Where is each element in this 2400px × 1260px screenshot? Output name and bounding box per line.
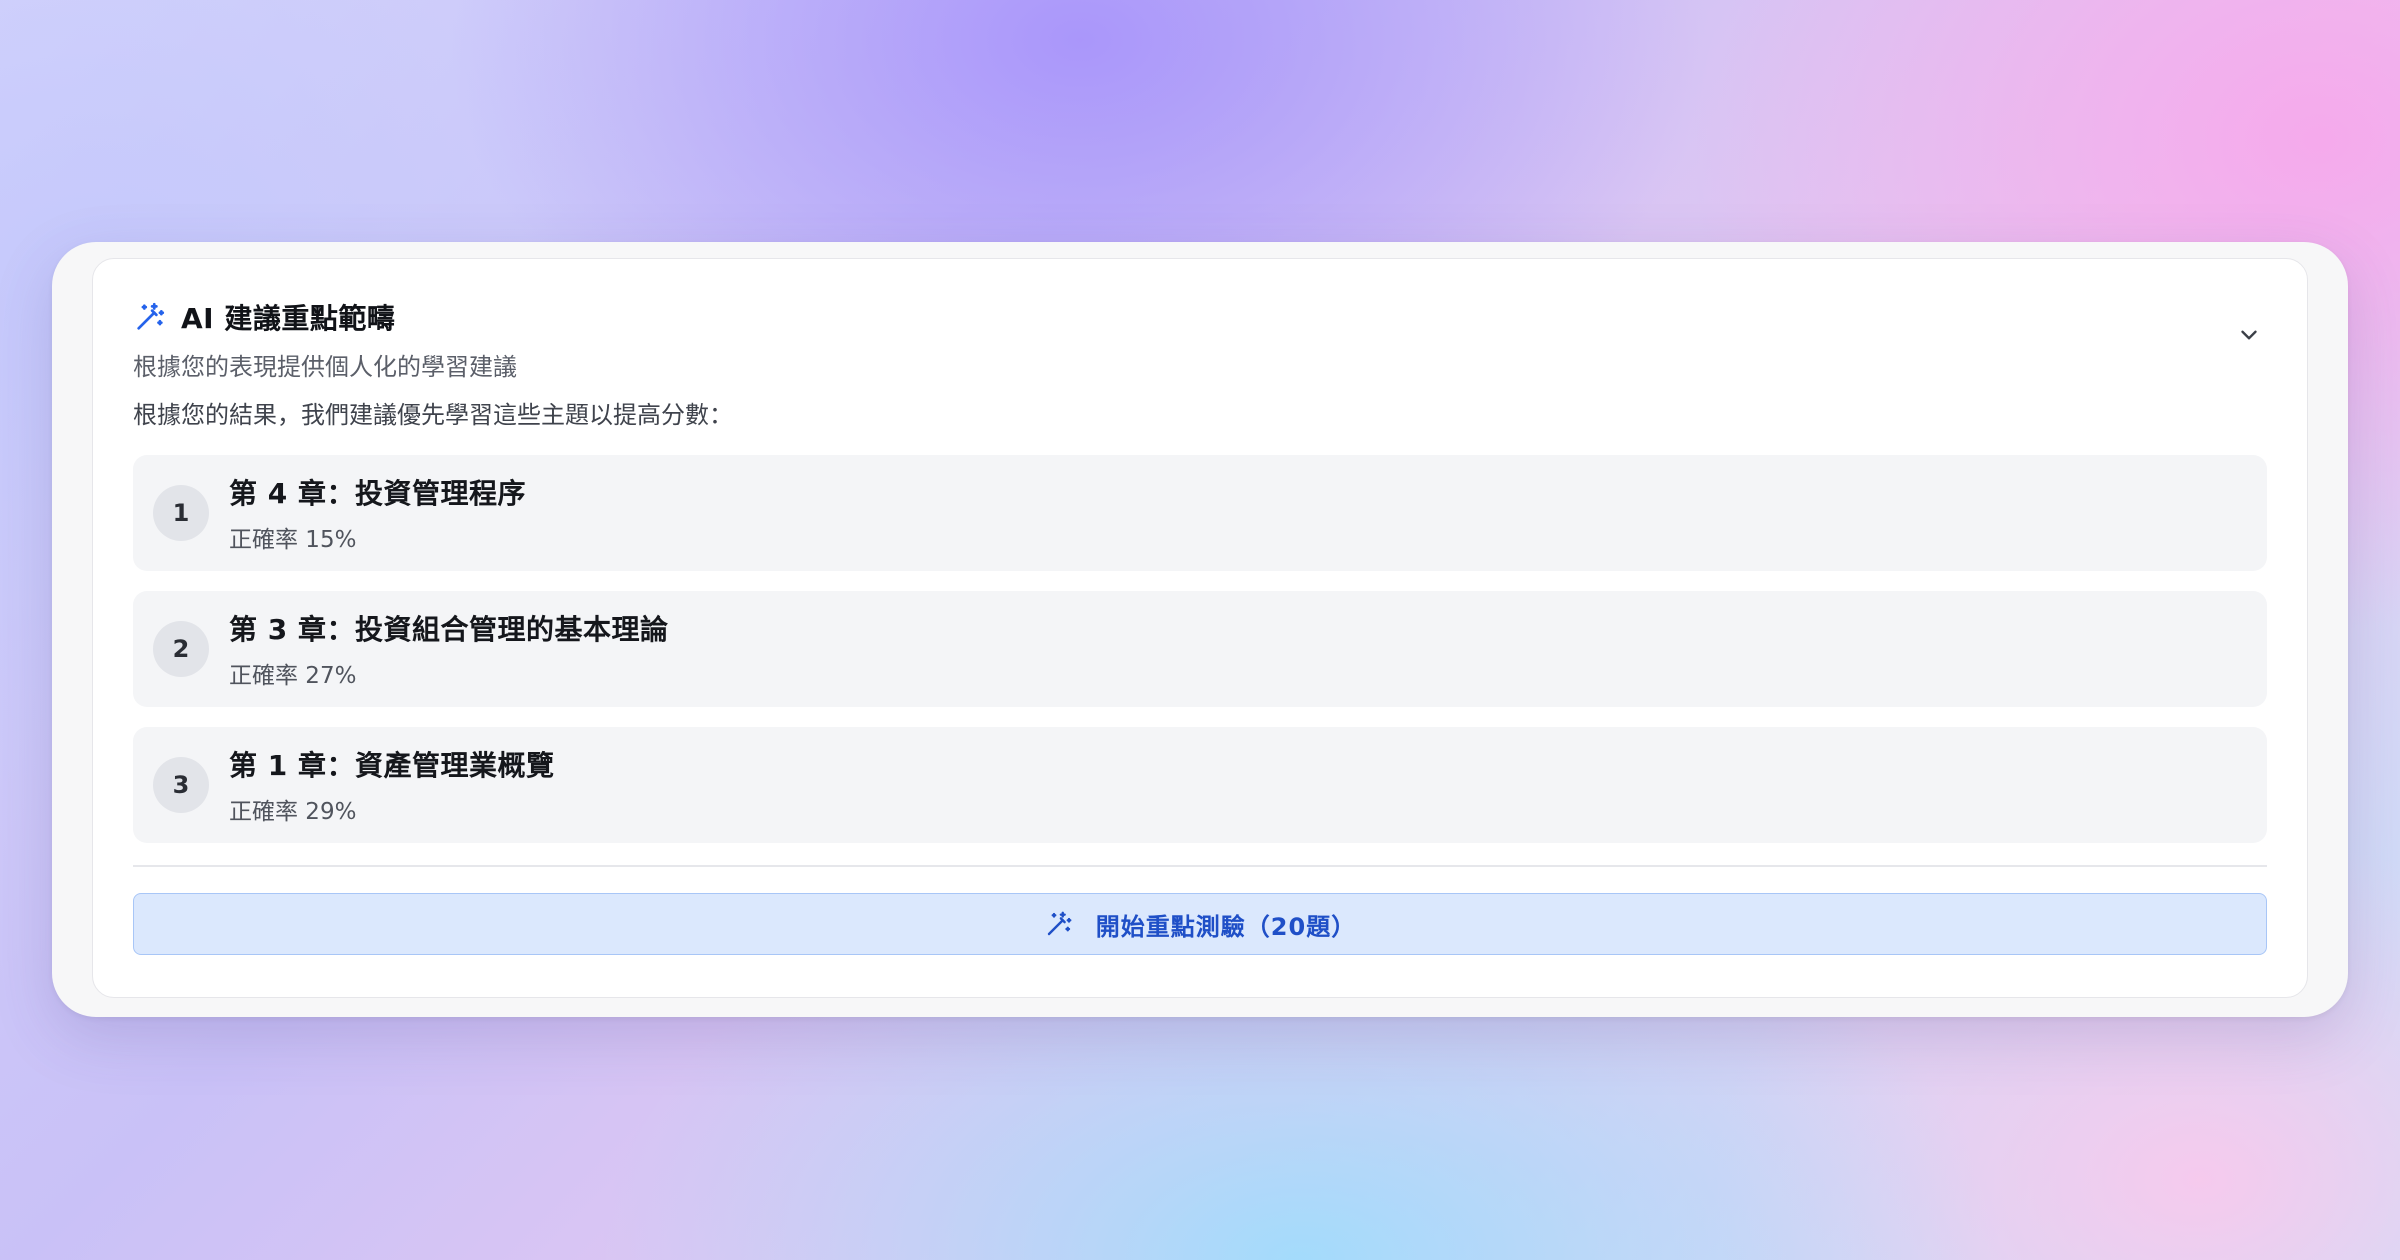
topic-list: 1 第 4 章：投資管理程序 正確率 15% 2 第 3 章：投資組合管理的基本… [133,455,2267,863]
topic-title: 第 1 章：資產管理業概覽 [229,749,555,782]
topic-accuracy: 正確率 15% [229,527,357,553]
topic-accuracy: 正確率 27% [229,663,357,689]
rank-badge: 3 [153,757,209,813]
panel-title: AI 建議重點範疇 [181,302,396,335]
magic-wand-icon [133,300,167,334]
start-button-label: 開始重點測驗（20題） [1095,912,1357,941]
list-item: 1 第 4 章：投資管理程序 正確率 15% [133,455,2267,571]
list-item: 3 第 1 章：資產管理業概覽 正確率 29% [133,727,2267,843]
ai-recommendation-card: AI 建議重點範疇 根據您的表現提供個人化的學習建議 根據您的結果，我們建議優先… [92,258,2308,998]
topic-accuracy: 正確率 29% [229,799,357,825]
panel-subtitle: 根據您的表現提供個人化的學習建議 [133,353,517,381]
panel-frame: AI 建議重點範疇 根據您的表現提供個人化的學習建議 根據您的結果，我們建議優先… [52,242,2348,1017]
title-row: AI 建議重點範疇 [133,297,2267,337]
divider [133,865,2267,867]
topic-title: 第 3 章：投資組合管理的基本理論 [229,613,669,646]
recommendation-intro: 根據您的結果，我們建議優先學習這些主題以提高分數： [133,401,733,429]
rank-badge: 2 [153,621,209,677]
rank-badge: 1 [153,485,209,541]
collapse-toggle[interactable] [2231,319,2267,355]
chevron-down-icon [2236,322,2262,352]
topic-text: 第 1 章：資產管理業概覽 正確率 29% [229,744,554,826]
start-focus-quiz-button[interactable]: 開始重點測驗（20題） [133,893,2267,955]
topic-title: 第 4 章：投資管理程序 [229,477,526,510]
topic-text: 第 4 章：投資管理程序 正確率 15% [229,472,526,554]
magic-wand-icon [1044,909,1074,939]
topic-text: 第 3 章：投資組合管理的基本理論 正確率 27% [229,608,668,690]
list-item: 2 第 3 章：投資組合管理的基本理論 正確率 27% [133,591,2267,707]
card-header: AI 建議重點範疇 根據您的表現提供個人化的學習建議 [133,297,2267,382]
